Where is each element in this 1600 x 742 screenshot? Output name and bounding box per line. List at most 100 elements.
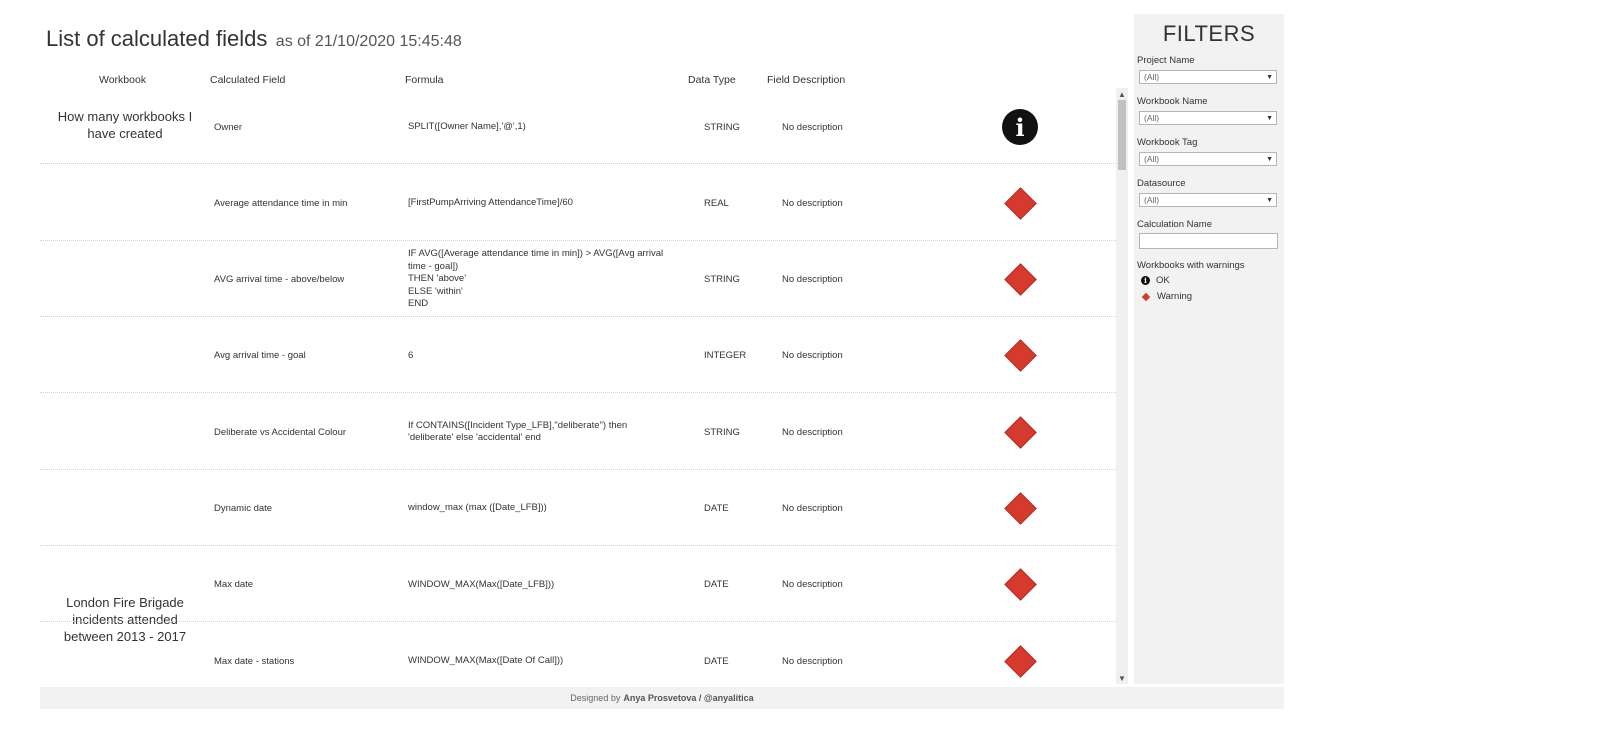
- field-description: No description: [782, 164, 942, 242]
- warning-diamond-icon[interactable]: [1003, 187, 1037, 220]
- filter-label-datasource: Datasource: [1137, 178, 1186, 189]
- calculated-field-name: Max date: [214, 546, 404, 624]
- table-scrollbar[interactable]: ▲ ▼: [1116, 88, 1128, 684]
- data-type-text: STRING: [704, 426, 740, 438]
- formula-cell: 6: [408, 317, 688, 395]
- filters-panel: FILTERS Project Name (All) ▼ Workbook Na…: [1134, 14, 1284, 684]
- table-row[interactable]: Average attendance time in min [FirstPump…: [40, 164, 1116, 242]
- footer-author: Anya Prosvetova / @anyalitica: [623, 693, 754, 703]
- calculated-field-name-text: AVG arrival time - above/below: [214, 274, 345, 286]
- formula-line: time - goal]): [408, 260, 459, 272]
- scroll-thumb[interactable]: [1118, 100, 1126, 170]
- dropdown-value: (All): [1144, 154, 1160, 164]
- field-description-text: No description: [782, 655, 843, 667]
- data-type: STRING: [704, 393, 784, 471]
- chevron-down-icon: ▼: [1266, 156, 1273, 163]
- warning-diamond-icon[interactable]: [1003, 339, 1037, 373]
- legend-label-warning: Warning: [1157, 291, 1193, 302]
- calculated-field-name: Max date - stations: [214, 622, 404, 696]
- status-cell: [990, 164, 1050, 242]
- formula-text: WINDOW_MAX(Max([Date Of Call])): [408, 655, 563, 668]
- warning-diamond-icon[interactable]: [1003, 492, 1037, 525]
- warning-diamond-icon[interactable]: [1003, 415, 1037, 449]
- data-type-text: REAL: [704, 197, 729, 209]
- dropdown-value: (All): [1144, 113, 1160, 123]
- formula-line: THEN 'above': [408, 273, 467, 285]
- formula-cell: WINDOW_MAX(Max([Date_LFB])): [408, 546, 688, 624]
- status-cell: [990, 393, 1050, 471]
- calculated-field-name: Average attendance time in min: [214, 164, 404, 242]
- project-name-dropdown[interactable]: (All) ▼: [1139, 70, 1277, 84]
- header-data-type: Data Type: [688, 74, 736, 86]
- formula-text: 6: [408, 350, 413, 363]
- formula-line: window_max (max ([Date_LFB])): [408, 502, 547, 514]
- field-description: No description: [782, 393, 942, 471]
- calculated-field-name: AVG arrival time - above/below: [214, 241, 404, 319]
- formula-cell: If CONTAINS([Incident Type_LFB],"deliber…: [408, 393, 688, 471]
- warning-diamond-icon[interactable]: [1003, 644, 1037, 678]
- formula-cell: WINDOW_MAX(Max([Date Of Call])): [408, 622, 688, 696]
- table-row[interactable]: Avg arrival time - goal 6 INTEGER No descri…: [40, 317, 1116, 395]
- dropdown-value: (All): [1144, 195, 1160, 205]
- formula-line: 6: [408, 349, 414, 361]
- datasource-dropdown[interactable]: (All) ▼: [1139, 193, 1277, 207]
- table-row[interactable]: Deliberate vs Accidental Colour If CONTAI…: [40, 393, 1116, 471]
- workbook-tag-dropdown[interactable]: (All) ▼: [1139, 152, 1277, 166]
- formula-line: WINDOW_MAX(Max([Date_LFB])): [408, 578, 555, 590]
- field-description-text: No description: [782, 503, 843, 514]
- data-type-text: DATE: [704, 655, 729, 667]
- data-type: REAL: [704, 164, 784, 242]
- table-row[interactable]: Max date - stations WINDOW_MAX(Max([Date …: [40, 622, 1116, 696]
- filters-heading: FILTERS: [1162, 21, 1256, 46]
- scroll-up-icon[interactable]: ▲: [1116, 88, 1128, 100]
- chevron-down-icon: ▼: [1266, 115, 1273, 122]
- field-description: No description: [782, 622, 942, 696]
- scroll-down-icon[interactable]: ▼: [1116, 672, 1128, 684]
- info-icon[interactable]: i: [1002, 109, 1038, 145]
- data-type-text: STRING: [704, 274, 740, 286]
- filter-label-project-name: Project Name: [1137, 55, 1195, 66]
- field-description-text: No description: [782, 350, 843, 362]
- warning-diamond-icon: [1141, 292, 1151, 301]
- formula-cell: [FirstPumpArriving AttendanceTime]/60: [408, 164, 688, 242]
- warning-diamond-icon[interactable]: [1003, 263, 1037, 296]
- filter-label-workbook-tag: Workbook Tag: [1137, 137, 1198, 148]
- calculated-field-name-text: Max date: [214, 579, 254, 591]
- status-cell: i: [990, 88, 1050, 166]
- formula-text: If CONTAINS([Incident Type_LFB],"deliber…: [408, 420, 627, 445]
- data-type: DATE: [704, 546, 784, 624]
- workbook-name-dropdown[interactable]: (All) ▼: [1139, 111, 1277, 125]
- legend-item-ok[interactable]: i OK: [1141, 275, 1170, 286]
- data-type: INTEGER: [704, 317, 784, 395]
- table-row[interactable]: Dynamic date window_max (max ([Date_LFB])…: [40, 470, 1116, 548]
- table-row[interactable]: AVG arrival time - above/below IF AVG([Av…: [40, 241, 1116, 319]
- data-type: STRING: [704, 241, 784, 319]
- formula-text: IF AVG([Average attendance time in min])…: [408, 248, 663, 311]
- filter-label-workbook-name: Workbook Name: [1137, 96, 1208, 107]
- page-title: List of calculated fields as of 21/10/20…: [46, 26, 462, 52]
- table-row[interactable]: Owner SPLIT([Owner Name],'@',1) STRING No d…: [40, 88, 1116, 166]
- warning-diamond-icon[interactable]: [1003, 568, 1037, 602]
- field-description-text: No description: [782, 197, 843, 209]
- calculated-field-name-text: Max date - stations: [214, 655, 295, 667]
- info-icon: i: [1141, 276, 1150, 285]
- calculated-field-name: Avg arrival time - goal: [214, 317, 404, 395]
- formula-text: window_max (max ([Date_LFB])): [408, 502, 547, 515]
- table-row[interactable]: Max date WINDOW_MAX(Max([Date_LFB])) DATE N…: [40, 546, 1116, 624]
- calculated-field-name-text: Average attendance time in min: [214, 197, 348, 209]
- legend-item-warning[interactable]: Warning: [1141, 291, 1192, 302]
- calculated-field-name-text: Owner: [214, 121, 242, 133]
- header-formula: Formula: [405, 74, 444, 86]
- dropdown-value: (All): [1144, 72, 1160, 82]
- field-description: No description: [782, 317, 942, 395]
- formula-cell: window_max (max ([Date_LFB])): [408, 470, 688, 548]
- calculation-name-input[interactable]: [1139, 233, 1278, 249]
- footer-credits: Designed by Anya Prosvetova / @anyalitic…: [40, 687, 1284, 709]
- data-type-text: DATE: [704, 579, 729, 591]
- calculated-fields-table[interactable]: How many workbooks I have created London…: [40, 88, 1128, 696]
- field-description: No description: [782, 88, 942, 166]
- data-type: DATE: [704, 470, 784, 548]
- status-cell: [990, 622, 1050, 696]
- field-description: No description: [782, 546, 942, 624]
- field-description-text: No description: [782, 274, 843, 286]
